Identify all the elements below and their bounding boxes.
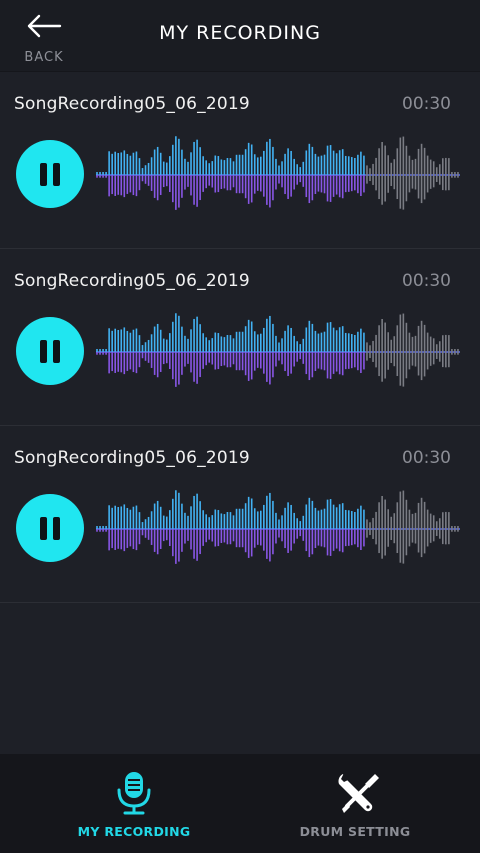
- nav-tab-my-recording[interactable]: MY RECORDING: [14, 754, 254, 853]
- recording-name: SongRecording05_06_2019: [14, 271, 250, 291]
- bottom-nav: MY RECORDING DRUM SETTING: [0, 754, 480, 853]
- nav-tab-drum-setting[interactable]: DRUM SETTING: [235, 754, 475, 853]
- recording-item: SongRecording05_06_2019 00:30: [0, 72, 480, 249]
- recording-duration: 00:30: [402, 448, 451, 468]
- recording-item: SongRecording05_06_2019 00:30: [0, 249, 480, 426]
- recording-list: SongRecording05_06_2019 00:30 SongRecord…: [0, 72, 480, 603]
- back-label: BACK: [24, 50, 64, 65]
- page-title: MY RECORDING: [159, 22, 321, 44]
- app-screen: BACK MY RECORDING SongRecording05_06_201…: [0, 0, 480, 853]
- nav-label-my-recording: MY RECORDING: [77, 824, 191, 839]
- recording-duration: 00:30: [402, 94, 451, 114]
- waveform[interactable]: [96, 482, 460, 576]
- recording-name: SongRecording05_06_2019: [14, 448, 250, 468]
- waveform[interactable]: [96, 128, 460, 222]
- recording-name: SongRecording05_06_2019: [14, 94, 250, 114]
- pause-button[interactable]: [16, 494, 84, 562]
- pause-button[interactable]: [16, 317, 84, 385]
- recording-duration: 00:30: [402, 271, 451, 291]
- recording-item: SongRecording05_06_2019 00:30: [0, 426, 480, 603]
- pause-button[interactable]: [16, 140, 84, 208]
- microphone-icon: [117, 772, 151, 815]
- waveform[interactable]: [96, 305, 460, 399]
- header: BACK MY RECORDING: [0, 0, 480, 72]
- nav-label-drum-setting: DRUM SETTING: [299, 824, 411, 839]
- tools-icon: [338, 773, 379, 813]
